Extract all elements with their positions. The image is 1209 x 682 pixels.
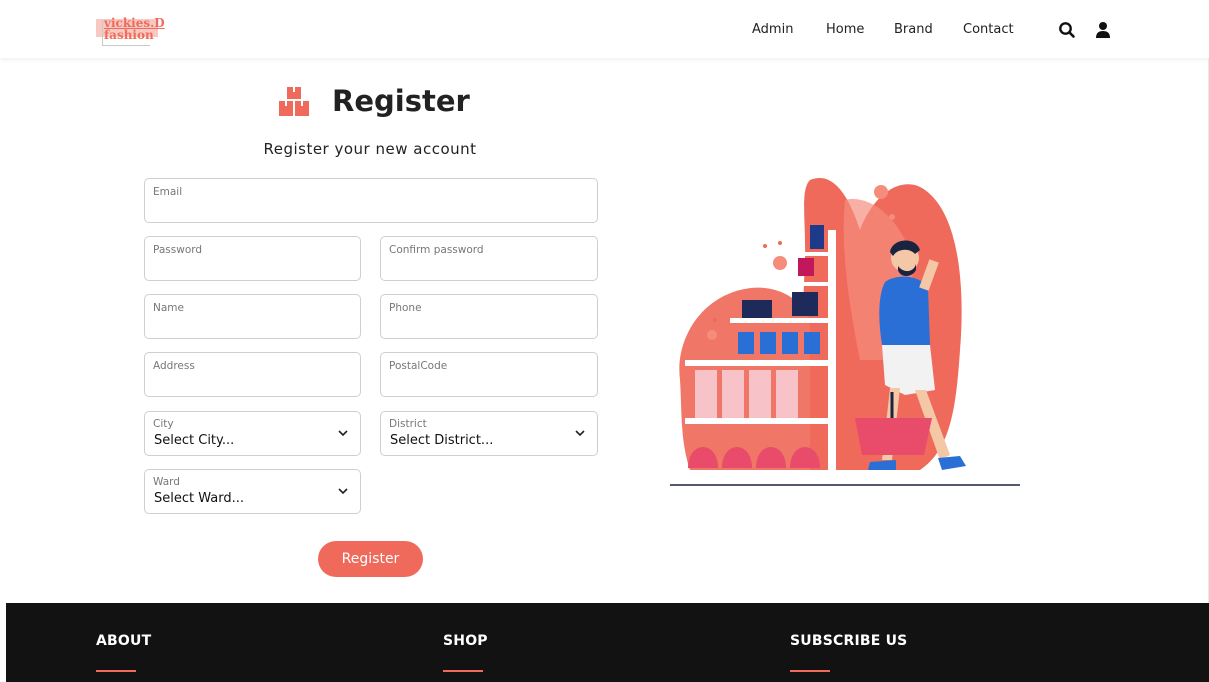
phone-label: Phone — [389, 302, 422, 314]
shopping-illustration — [660, 170, 1030, 490]
footer-shop-title: SHOP — [443, 633, 488, 649]
footer-subscribe: SUBSCRIBE US — [790, 633, 908, 672]
footer-shop: SHOP — [443, 633, 488, 672]
register-button[interactable]: Register — [318, 541, 423, 577]
confirm-password-field[interactable]: Confirm password — [380, 236, 598, 281]
password-field[interactable]: Password — [144, 236, 361, 281]
district-value: Select District... — [390, 433, 494, 448]
user-icon[interactable] — [1094, 21, 1112, 39]
footer-underline — [790, 670, 830, 672]
page-subtitle: Register your new account — [263, 140, 477, 158]
address-field[interactable]: Address — [144, 352, 361, 397]
nav-brand[interactable]: Brand — [894, 22, 933, 37]
site-footer: ABOUT SHOP SUBSCRIBE US — [6, 603, 1209, 682]
nav-contact[interactable]: Contact — [963, 22, 1014, 37]
email-field[interactable]: Email — [144, 178, 598, 223]
email-label: Email — [153, 186, 183, 198]
chevron-down-icon — [575, 430, 585, 437]
logo-line — [102, 45, 150, 46]
footer-underline — [443, 670, 483, 672]
nav-admin[interactable]: Admin — [752, 22, 793, 37]
postal-code-field[interactable]: PostalCode — [380, 352, 598, 397]
name-label: Name — [153, 302, 184, 314]
footer-about-title: ABOUT — [96, 633, 152, 649]
city-label: City — [153, 418, 174, 430]
name-field[interactable]: Name — [144, 294, 361, 339]
ward-select[interactable]: Ward Select Ward... — [144, 469, 361, 514]
footer-about: ABOUT — [96, 633, 152, 672]
city-select[interactable]: City Select City... — [144, 411, 361, 456]
footer-underline — [96, 670, 136, 672]
phone-field[interactable]: Phone — [380, 294, 598, 339]
district-select[interactable]: District Select District... — [380, 411, 598, 456]
footer-subscribe-title: SUBSCRIBE US — [790, 633, 908, 649]
ward-label: Ward — [153, 476, 180, 488]
district-label: District — [389, 418, 427, 430]
city-value: Select City... — [154, 433, 235, 448]
ward-value: Select Ward... — [154, 491, 244, 506]
chevron-down-icon — [338, 488, 348, 495]
nav-home[interactable]: Home — [826, 22, 864, 37]
chevron-down-icon — [338, 430, 348, 437]
search-icon[interactable] — [1058, 21, 1076, 39]
page-title: Register — [332, 84, 470, 118]
main-nav: Admin Home Brand Contact — [0, 22, 1209, 42]
site-header: vickies.D fashion Admin Home Brand Conta… — [0, 0, 1209, 58]
address-label: Address — [153, 360, 195, 372]
confirm-password-label: Confirm password — [389, 244, 484, 256]
boxes-icon — [276, 85, 312, 119]
postal-code-label: PostalCode — [389, 360, 448, 372]
password-label: Password — [153, 244, 203, 256]
